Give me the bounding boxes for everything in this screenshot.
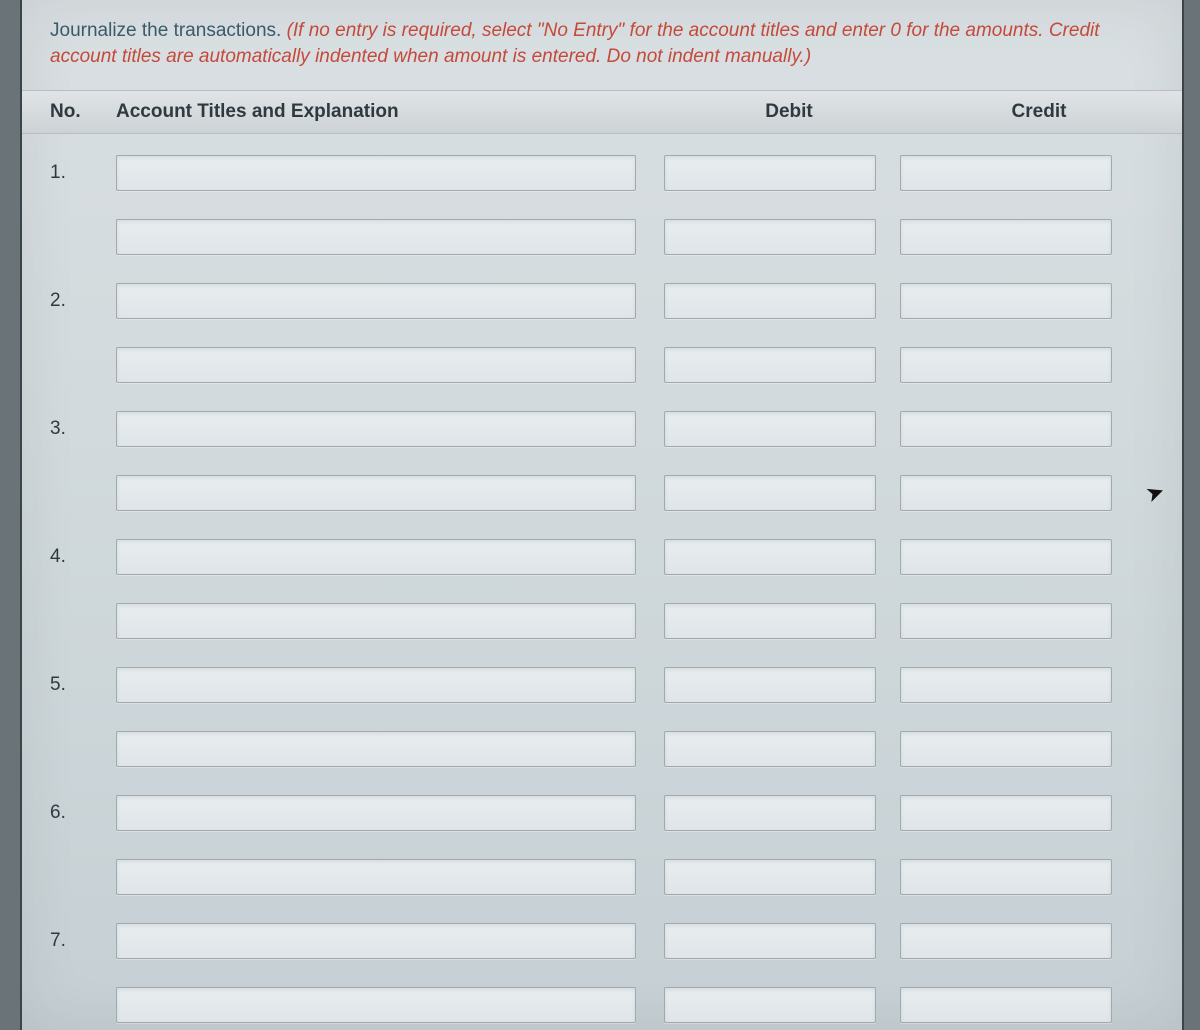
credit-input[interactable]	[900, 923, 1112, 959]
debit-input[interactable]	[664, 219, 876, 255]
header-no: No.	[22, 101, 116, 123]
table-row: 3.	[50, 406, 1154, 452]
table-row: 7.	[50, 918, 1154, 964]
row-number: 1.	[50, 162, 116, 184]
credit-input[interactable]	[900, 219, 1112, 255]
debit-input[interactable]	[664, 347, 876, 383]
table-row	[50, 982, 1154, 1028]
credit-input[interactable]	[900, 475, 1112, 511]
credit-input[interactable]	[900, 731, 1112, 767]
credit-input[interactable]	[900, 987, 1112, 1023]
table-row: 6.	[50, 790, 1154, 836]
row-number: 6.	[50, 802, 116, 824]
credit-input[interactable]	[900, 603, 1112, 639]
row-number: 4.	[50, 546, 116, 568]
account-title-input[interactable]	[116, 795, 636, 831]
account-title-input[interactable]	[116, 923, 636, 959]
table-header: No. Account Titles and Explanation Debit…	[22, 90, 1182, 134]
instructions: Journalize the transactions. (If no entr…	[22, 0, 1182, 76]
credit-input[interactable]	[900, 347, 1112, 383]
account-title-input[interactable]	[116, 603, 636, 639]
row-number: 5.	[50, 674, 116, 696]
table-row	[50, 726, 1154, 772]
credit-input[interactable]	[900, 795, 1112, 831]
credit-input[interactable]	[900, 859, 1112, 895]
debit-input[interactable]	[664, 539, 876, 575]
debit-input[interactable]	[664, 603, 876, 639]
account-title-input[interactable]	[116, 475, 636, 511]
table-row	[50, 854, 1154, 900]
credit-input[interactable]	[900, 283, 1112, 319]
credit-input[interactable]	[900, 539, 1112, 575]
debit-input[interactable]	[664, 283, 876, 319]
header-debit: Debit	[664, 101, 914, 123]
debit-input[interactable]	[664, 731, 876, 767]
credit-input[interactable]	[900, 667, 1112, 703]
account-title-input[interactable]	[116, 731, 636, 767]
credit-input[interactable]	[900, 155, 1112, 191]
table-row: 1.	[50, 150, 1154, 196]
account-title-input[interactable]	[116, 667, 636, 703]
row-number: 3.	[50, 418, 116, 440]
account-title-input[interactable]	[116, 347, 636, 383]
table-row: 4.	[50, 534, 1154, 580]
account-title-input[interactable]	[116, 859, 636, 895]
table-row: 5.	[50, 662, 1154, 708]
debit-input[interactable]	[664, 411, 876, 447]
debit-input[interactable]	[664, 155, 876, 191]
instructions-lead: Journalize the transactions.	[50, 20, 287, 41]
row-number: 2.	[50, 290, 116, 312]
table-row	[50, 342, 1154, 388]
debit-input[interactable]	[664, 475, 876, 511]
row-number: 7.	[50, 930, 116, 952]
account-title-input[interactable]	[116, 539, 636, 575]
debit-input[interactable]	[664, 923, 876, 959]
debit-input[interactable]	[664, 795, 876, 831]
account-title-input[interactable]	[116, 219, 636, 255]
account-title-input[interactable]	[116, 283, 636, 319]
account-title-input[interactable]	[116, 155, 636, 191]
account-title-input[interactable]	[116, 987, 636, 1023]
header-acct: Account Titles and Explanation	[116, 101, 664, 123]
debit-input[interactable]	[664, 987, 876, 1023]
table-row	[50, 214, 1154, 260]
table-row	[50, 470, 1154, 516]
debit-input[interactable]	[664, 667, 876, 703]
table-row	[50, 598, 1154, 644]
account-title-input[interactable]	[116, 411, 636, 447]
debit-input[interactable]	[664, 859, 876, 895]
header-credit: Credit	[914, 101, 1164, 123]
table-row: 2.	[50, 278, 1154, 324]
credit-input[interactable]	[900, 411, 1112, 447]
